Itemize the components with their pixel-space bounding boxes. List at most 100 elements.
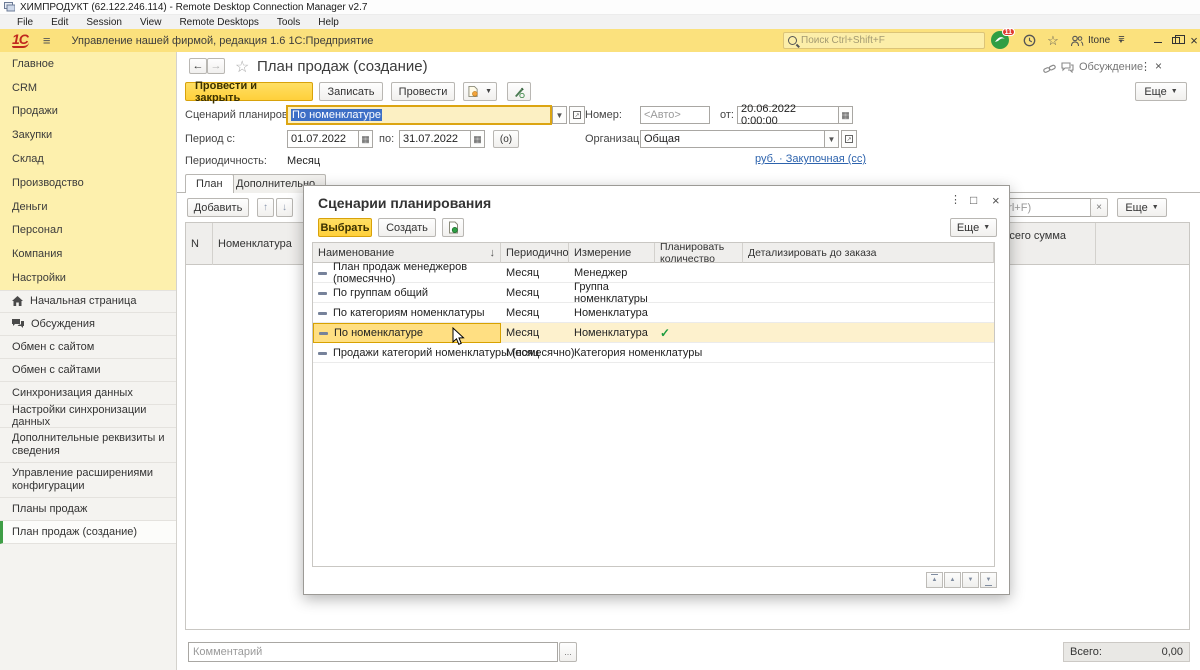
menu-view[interactable]: View [131,17,171,28]
menu-help[interactable]: Help [309,17,348,28]
1c-logo-icon[interactable]: 1С [12,33,29,48]
scenario-row[interactable]: По группам общий Месяц Группа номенклату… [313,283,994,303]
copy-link-button[interactable] [1043,62,1056,80]
plan-search-clear-button[interactable]: × [1090,198,1108,217]
form-more-button[interactable]: Еще▼ [1135,82,1187,101]
menu-tools[interactable]: Tools [268,17,309,28]
contacts-button[interactable] [1068,32,1086,49]
back-button[interactable]: ← [189,58,207,74]
date-calendar-button[interactable]: ▦ [838,106,853,124]
write-button[interactable]: Записать [319,82,383,101]
app-minimize-button[interactable] [1150,33,1166,48]
service-menu-button[interactable]: ≡▼ [1112,32,1130,49]
move-up-button[interactable]: ↑ [257,198,274,217]
move-down-button[interactable]: ↓ [276,198,293,217]
app-close-button[interactable]: × [1186,33,1200,48]
forward-button[interactable]: → [207,58,225,74]
sign-button[interactable] [507,82,531,101]
go-next-button[interactable]: ▼ [962,572,979,588]
form-close-icon[interactable]: × [1155,59,1162,73]
app-restore-button[interactable] [1168,33,1184,48]
sidebar-item-nastroyki[interactable]: Настройки [0,266,176,290]
dcol-name[interactable]: Наименование↓ [313,243,501,263]
organization-open-button[interactable]: ↗ [841,130,857,148]
sidebar-item-sales-plans[interactable]: Планы продаж [0,498,176,521]
add-row-button[interactable]: Добавить [187,198,249,217]
post-button[interactable]: Провести [391,82,455,101]
scenario-row[interactable]: План продаж менеджеров (помесячно) Месяц… [313,263,994,283]
sidebar-item-kompaniya[interactable]: Компания [0,242,176,266]
dialog-menu-icon[interactable]: ⋮ [950,193,961,206]
sidebar-item-zakupki[interactable]: Закупки [0,123,176,147]
dcol-dimension[interactable]: Измерение [569,243,655,263]
create-based-on-button[interactable]: ▼ [463,82,497,101]
sidebar-item-additional-attributes[interactable]: Дополнительные реквизиты и сведения [0,428,176,463]
sidebar-item-sync-settings[interactable]: Настройки синхронизации данных [0,405,176,428]
sections-menu-icon[interactable]: ≡ [43,33,50,48]
plan-more-button[interactable]: Еще▼ [1117,198,1167,217]
scenario-row[interactable]: По категориям номенклатуры Месяц Номенкл… [313,303,994,323]
sidebar-item-crm[interactable]: CRM [0,76,176,100]
organization-dropdown-button[interactable]: ▼ [824,130,839,148]
go-first-button[interactable]: ▲ [926,572,943,588]
sidebar-item-discussions[interactable]: Обсуждения [0,313,176,336]
dialog-more-button[interactable]: Еще▼ [950,218,997,237]
date-field[interactable]: 20.06.2022 0:00:00 [737,106,839,124]
favorites-button[interactable]: ☆ [1044,32,1062,49]
scenario-field[interactable]: По номенклатуре [287,106,551,124]
period-from-calendar-button[interactable]: ▦ [358,130,373,148]
sidebar-item-dengi[interactable]: Деньги [0,195,176,219]
period-to-field[interactable]: 31.07.2022 [399,130,471,148]
sidebar-item-personal[interactable]: Персонал [0,219,176,243]
go-last-button[interactable]: ▼ [980,572,997,588]
sidebar-item-sklad[interactable]: Склад [0,147,176,171]
menu-session[interactable]: Session [77,17,131,28]
sidebar-item-proizvodstvo[interactable]: Производство [0,171,176,195]
dialog-create-button[interactable]: Создать [378,218,436,237]
tab-plan[interactable]: План [185,174,234,193]
dialog-table[interactable]: Наименование↓ Периодичность Измерение Пл… [312,242,995,567]
favorite-star-icon[interactable]: ☆ [235,57,249,77]
form-menu-icon[interactable]: ⋮ [1140,60,1151,73]
search-input[interactable] [801,35,971,46]
dcol-period[interactable]: Периодичность [501,243,569,263]
sidebar-item-home[interactable]: Начальная страница [0,290,176,313]
menu-edit[interactable]: Edit [42,17,77,28]
sidebar-item-prodazhi[interactable]: Продажи [0,100,176,124]
go-prev-button[interactable]: ▲ [944,572,961,588]
dialog-maximize-icon[interactable]: □ [970,193,977,207]
dialog-select-button[interactable]: Выбрать [318,218,372,237]
sidebar-item-site-exchange[interactable]: Обмен с сайтом [0,336,176,359]
comment-expand-button[interactable]: ... [559,642,577,662]
sidebar-item-sites-exchange[interactable]: Обмен с сайтами [0,359,176,382]
scenario-dropdown-button[interactable]: ▼ [552,106,567,124]
menu-file[interactable]: File [8,17,42,28]
current-user[interactable]: Itone [1088,35,1110,46]
sidebar-item-data-sync[interactable]: Синхронизация данных [0,382,176,405]
notifications-button[interactable]: 11 [990,30,1012,51]
arrow-up-icon: ▲ [950,577,956,583]
organization-field[interactable]: Общая [640,130,825,148]
dcol-detail[interactable]: Детализировать до заказа [743,243,994,263]
main-content: ← → ☆ План продаж (создание) Обсуждение … [177,52,1200,670]
history-button[interactable] [1020,32,1038,49]
period-to-calendar-button[interactable]: ▦ [470,130,485,148]
sidebar-item-sales-plan-new[interactable]: План продаж (создание) [0,521,176,544]
dcol-qty[interactable]: Планировать количество [655,243,743,263]
period-from-field[interactable]: 01.07.2022 [287,130,359,148]
dialog-copy-button[interactable] [442,218,464,237]
discussion-button[interactable]: Обсуждение [1061,61,1143,73]
scenario-open-button[interactable]: ↗ [569,106,585,124]
currency-pricing-link[interactable]: руб. · Закупочная (сс) [755,153,866,165]
period-select-button[interactable]: (о) [493,130,519,148]
post-and-close-button[interactable]: Провести и закрыть [185,82,313,101]
scenario-row-selected[interactable]: По номенклатуре Месяц Номенклатура ✓ [313,323,994,343]
number-field[interactable]: <Авто> [640,106,710,124]
dialog-close-icon[interactable]: × [992,193,1000,208]
comment-input[interactable] [188,642,558,662]
sidebar-item-glavnoe[interactable]: Главное [0,52,176,76]
sidebar-item-extensions[interactable]: Управление расширениями конфигурации [0,463,176,498]
scenario-row[interactable]: Продажи категорий номенклатуры (помесячн… [313,343,994,363]
menu-remote-desktops[interactable]: Remote Desktops [170,17,267,28]
global-search[interactable] [783,32,985,49]
